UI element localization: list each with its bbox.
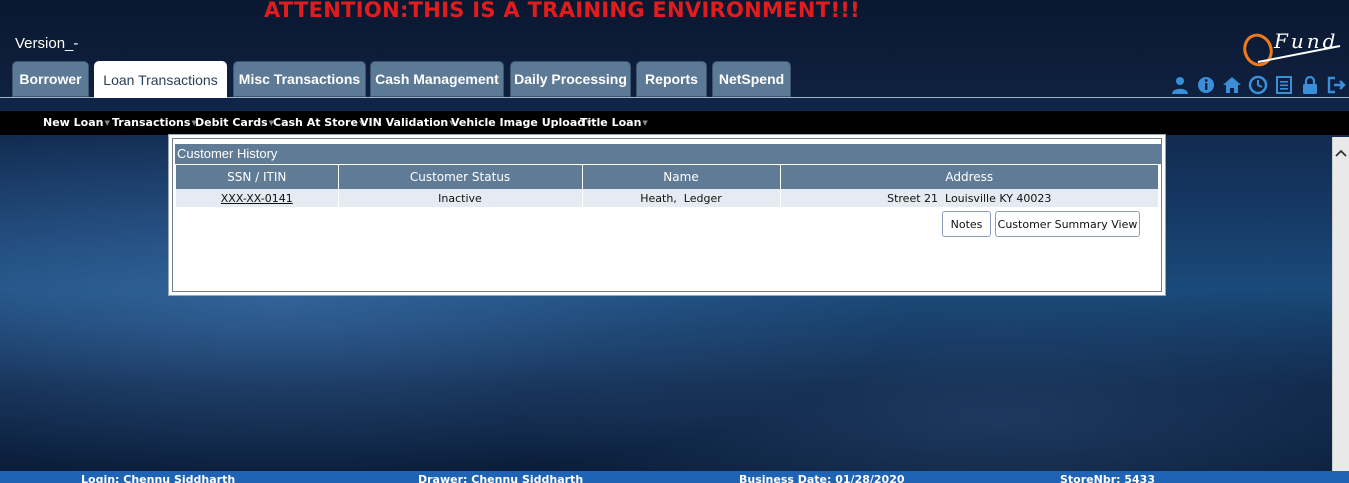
ssn-link[interactable]: XXX-XX-0141 bbox=[221, 192, 293, 205]
logo-text: Fund bbox=[1273, 29, 1338, 53]
tab-misc-transactions[interactable]: Misc Transactions bbox=[233, 61, 366, 97]
table-header-row: SSN / ITIN Customer Status Name Address bbox=[176, 165, 1159, 189]
app-header: ATTENTION:THIS IS A TRAINING ENVIRONMENT… bbox=[0, 0, 1349, 98]
tab-borrower[interactable]: Borrower bbox=[12, 61, 89, 97]
login-status: Login: Chennu Siddharth bbox=[81, 473, 236, 483]
column-header-name: Name bbox=[582, 165, 781, 189]
menu-debit-cards[interactable]: Debit Cards▼ bbox=[195, 116, 274, 129]
tab-reports[interactable]: Reports bbox=[636, 61, 707, 97]
chevron-down-icon: ▼ bbox=[642, 119, 648, 127]
version-label: Version_- bbox=[15, 35, 79, 52]
menu-title-loan[interactable]: Title Loan▼ bbox=[580, 116, 648, 129]
column-header-ssn: SSN / ITIN bbox=[176, 165, 339, 189]
tab-loan-transactions[interactable]: Loan Transactions bbox=[94, 61, 227, 98]
list-icon[interactable] bbox=[1274, 75, 1294, 95]
cell-name: Heath, Ledger bbox=[582, 189, 781, 207]
store-number-status: StoreNbr: 5433 bbox=[1060, 473, 1155, 483]
menu-vehicle-image-upload[interactable]: Vehicle Image Upload▼ bbox=[451, 116, 592, 129]
tab-netspend[interactable]: NetSpend bbox=[712, 61, 791, 97]
customer-history-table: SSN / ITIN Customer Status Name Address … bbox=[176, 165, 1159, 207]
lock-icon[interactable] bbox=[1300, 75, 1320, 95]
column-header-status: Customer Status bbox=[338, 165, 583, 189]
cell-status: Inactive bbox=[338, 189, 583, 207]
status-footer: Login: Chennu Siddharth Drawer: Chennu S… bbox=[0, 471, 1349, 483]
info-icon[interactable] bbox=[1196, 75, 1216, 95]
training-environment-banner: ATTENTION:THIS IS A TRAINING ENVIRONMENT… bbox=[264, 0, 861, 22]
customer-summary-view-button[interactable]: Customer Summary View bbox=[995, 211, 1140, 237]
clock-icon[interactable] bbox=[1248, 75, 1268, 95]
notes-button[interactable]: Notes bbox=[942, 211, 991, 237]
qfund-logo: Fund bbox=[1240, 28, 1344, 72]
customer-history-panel: Customer History SSN / ITIN Customer Sta… bbox=[168, 134, 1166, 296]
sub-menu-bar: New Loan▼ Transactions▼ Debit Cards▼ Cas… bbox=[0, 111, 1349, 135]
menu-cash-at-store[interactable]: Cash At Store▼ bbox=[273, 116, 364, 129]
vertical-scrollbar[interactable] bbox=[1332, 137, 1349, 471]
menu-transactions[interactable]: Transactions▼ bbox=[112, 116, 197, 129]
panel-title: Customer History bbox=[175, 144, 1161, 164]
table-row: XXX-XX-0141 Inactive Heath, Ledger Stree… bbox=[176, 189, 1159, 207]
menu-vin-validation[interactable]: VIN Validation▼ bbox=[360, 116, 455, 129]
tab-cash-management[interactable]: Cash Management bbox=[370, 61, 504, 97]
cell-address: Street 21 Louisville KY 40023 bbox=[780, 189, 1159, 207]
cell-ssn: XXX-XX-0141 bbox=[176, 189, 339, 207]
home-icon[interactable] bbox=[1222, 75, 1242, 95]
logout-icon[interactable] bbox=[1326, 75, 1346, 95]
menu-new-loan[interactable]: New Loan▼ bbox=[43, 116, 110, 129]
user-icon[interactable] bbox=[1170, 75, 1190, 95]
scroll-up-icon[interactable] bbox=[1333, 145, 1349, 161]
column-header-address: Address bbox=[780, 165, 1159, 189]
business-date-status: Business Date: 01/28/2020 bbox=[739, 473, 905, 483]
tab-daily-processing[interactable]: Daily Processing bbox=[510, 61, 631, 97]
chevron-down-icon: ▼ bbox=[104, 119, 110, 127]
drawer-status: Drawer: Chennu Siddharth bbox=[418, 473, 584, 483]
